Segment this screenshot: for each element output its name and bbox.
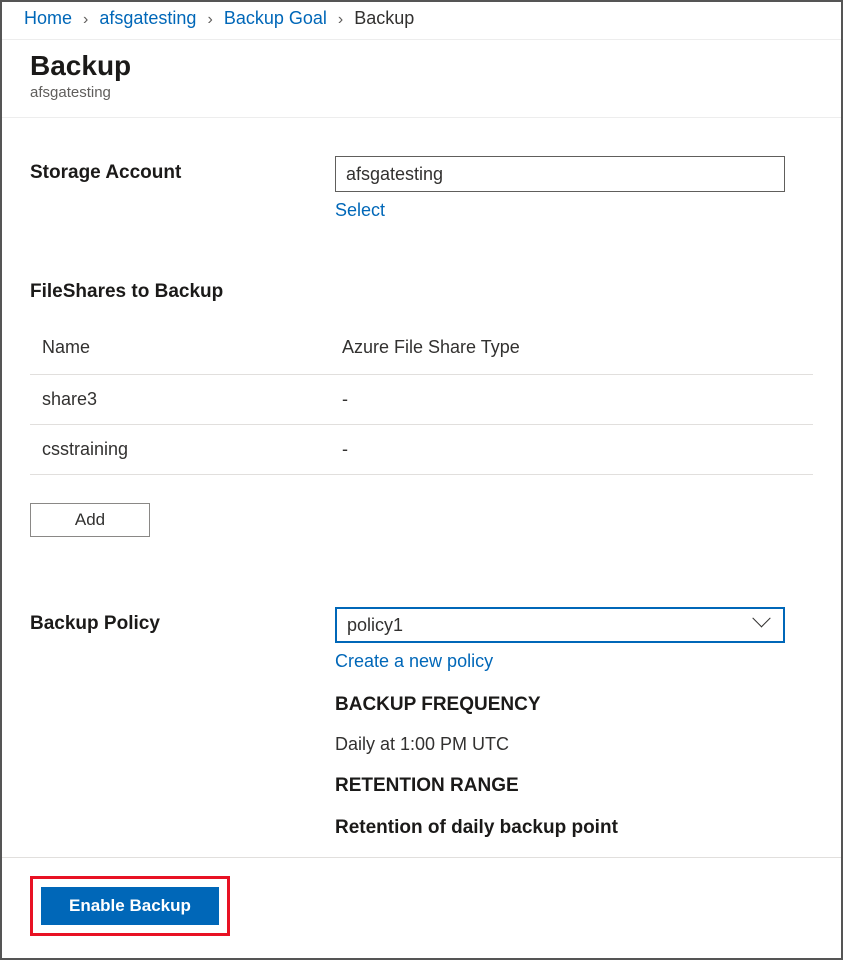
- storage-account-field: Storage Account Select: [30, 156, 813, 221]
- backup-frequency-heading: BACKUP FREQUENCY: [335, 694, 813, 716]
- chevron-right-icon: ›: [83, 11, 88, 29]
- select-storage-link[interactable]: Select: [335, 200, 385, 221]
- policy-dropdown[interactable]: policy1: [335, 607, 785, 643]
- cell-type: -: [330, 425, 813, 475]
- highlight-annotation: Enable Backup: [30, 876, 230, 936]
- fileshares-section-title: FileShares to Backup: [30, 281, 813, 303]
- table-row[interactable]: share3 -: [30, 375, 813, 425]
- breadcrumb-backup-goal[interactable]: Backup Goal: [224, 8, 327, 28]
- fileshares-table: Name Azure File Share Type share3 - csst…: [30, 327, 813, 475]
- page-header: Backup afsgatesting: [2, 40, 841, 118]
- chevron-right-icon: ›: [207, 11, 212, 29]
- column-header-name: Name: [30, 327, 330, 375]
- breadcrumb-home[interactable]: Home: [24, 8, 72, 28]
- backup-policy-label: Backup Policy: [30, 607, 335, 635]
- chevron-right-icon: ›: [338, 11, 343, 29]
- breadcrumb: Home › afsgatesting › Backup Goal › Back…: [2, 2, 841, 40]
- retention-range-heading: RETENTION RANGE: [335, 775, 813, 797]
- create-policy-link[interactable]: Create a new policy: [335, 651, 493, 672]
- footer-bar: Enable Backup: [2, 857, 841, 958]
- column-header-type: Azure File Share Type: [330, 327, 813, 375]
- cell-type: -: [330, 375, 813, 425]
- table-row[interactable]: csstraining -: [30, 425, 813, 475]
- storage-account-input[interactable]: [335, 156, 785, 192]
- breadcrumb-afsgatesting[interactable]: afsgatesting: [99, 8, 196, 28]
- backup-policy-field: Backup Policy policy1 Create a new polic…: [30, 607, 813, 878]
- cell-name: csstraining: [30, 425, 330, 475]
- page-title: Backup: [30, 50, 813, 82]
- add-button[interactable]: Add: [30, 503, 150, 537]
- policy-selected-value: policy1: [347, 615, 403, 636]
- page-subtitle: afsgatesting: [30, 84, 813, 101]
- cell-name: share3: [30, 375, 330, 425]
- enable-backup-button[interactable]: Enable Backup: [41, 887, 219, 925]
- chevron-down-icon: [755, 616, 773, 634]
- breadcrumb-current: Backup: [354, 8, 414, 28]
- backup-frequency-text: Daily at 1:00 PM UTC: [335, 734, 813, 755]
- retention-daily-subheading: Retention of daily backup point: [335, 817, 813, 839]
- storage-account-label: Storage Account: [30, 156, 335, 184]
